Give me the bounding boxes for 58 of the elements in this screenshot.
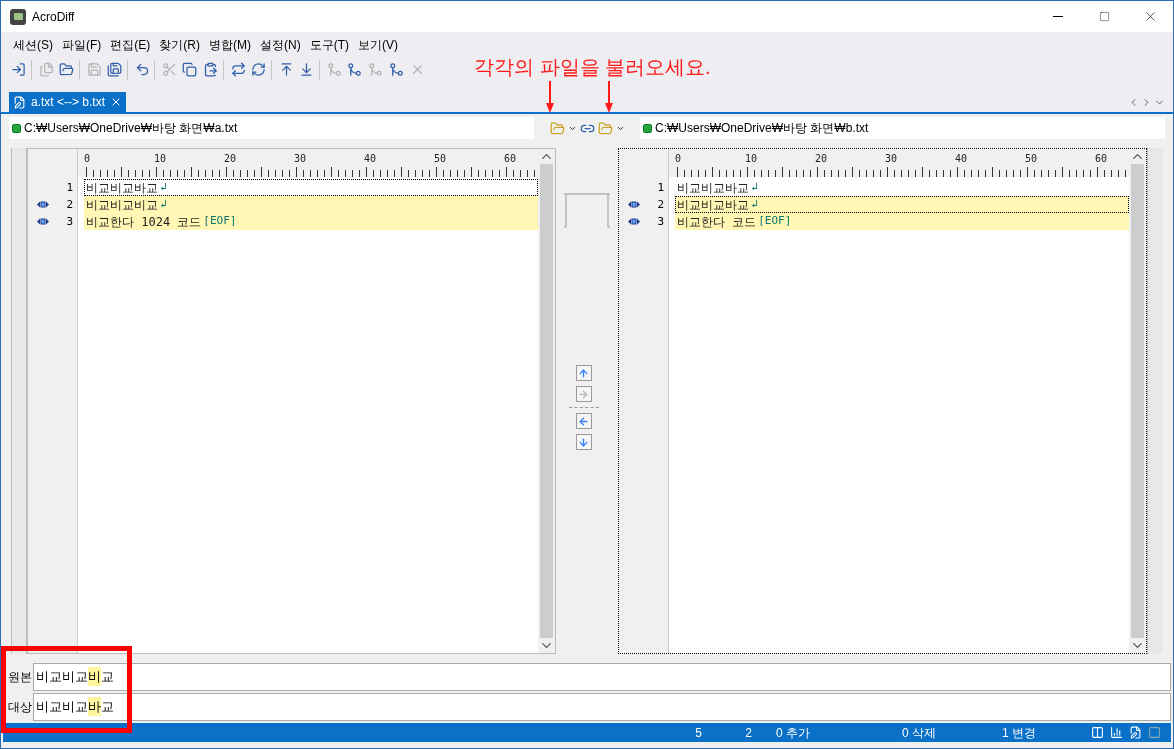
line-number: 1 bbox=[65, 180, 74, 196]
ruler-label: 40 bbox=[955, 152, 969, 165]
line-end-marker: ↲ bbox=[751, 196, 758, 213]
menu-item[interactable]: 병합(M) bbox=[209, 35, 251, 54]
status-text: 0 삭제 bbox=[901, 724, 936, 742]
line-number: 3 bbox=[656, 214, 665, 230]
line-end-marker: ↲ bbox=[751, 179, 758, 196]
menu-item[interactable]: 세션(S) bbox=[13, 35, 53, 54]
ruler-label: 0 bbox=[675, 152, 683, 165]
ruler-label: 0 bbox=[84, 152, 92, 165]
menu-item[interactable]: 찾기(R) bbox=[159, 35, 200, 54]
line-text: 비교비교바교 bbox=[85, 179, 159, 197]
ruler-label: 20 bbox=[224, 152, 238, 165]
ruler-label: 50 bbox=[1025, 152, 1039, 165]
ruler-label: 10 bbox=[154, 152, 168, 165]
editor-pane[interactable]: 1 2 3 0 10 20 30 40 50 60 비교비교바교 ↲ 비교비교바교 ↲ 비교한다 코드 [EOF] bbox=[618, 148, 1147, 654]
menu-item[interactable]: 편집(E) bbox=[110, 35, 151, 54]
file-path: C:₩Users₩OneDrive₩바탕 화면₩a.txt bbox=[24, 120, 238, 137]
compare-field[interactable]: 비교비교비 교 bbox=[33, 662, 1171, 691]
ruler-label: 60 bbox=[1095, 152, 1109, 165]
editor-pane[interactable]: 1 2 3 0 10 20 30 40 50 60 비교비교바교 ↲ 비교비교비교 ↲ 비교한다 1024 코드 [EOF] bbox=[27, 148, 556, 654]
status-text: 1 변경 bbox=[1001, 724, 1036, 742]
line-text: 비교비교바교 bbox=[676, 196, 750, 214]
file-tab[interactable]: a.txt <--> b.txt bbox=[9, 92, 127, 112]
line-number: 3 bbox=[65, 214, 74, 230]
status-text: 0 추가 bbox=[775, 724, 810, 742]
menu-item[interactable]: 파일(F) bbox=[62, 35, 102, 54]
compare-label: 원본 bbox=[7, 668, 33, 686]
menu-item[interactable]: 설정(N) bbox=[260, 35, 301, 54]
line-text: 비교한다 코드 bbox=[676, 213, 758, 231]
line-text: 비교비교바교 bbox=[676, 179, 750, 197]
line-end-marker: [EOF] bbox=[203, 213, 237, 230]
compare-label: 대상 bbox=[7, 698, 33, 716]
line-end-marker: ↲ bbox=[160, 196, 167, 213]
compare-field[interactable]: 비교비교바교 bbox=[33, 692, 1171, 721]
line-end-marker: ↲ bbox=[160, 179, 167, 196]
ruler-label: 20 bbox=[815, 152, 829, 165]
line-text: 비교비교비교 bbox=[85, 196, 159, 214]
line-number: 2 bbox=[656, 197, 665, 213]
window-title: AcroDiff bbox=[32, 8, 75, 26]
file-path: C:₩Users₩OneDrive₩바탕 화면₩b.txt bbox=[655, 120, 869, 137]
ruler-label: 40 bbox=[364, 152, 378, 165]
line-end-marker: [EOF] bbox=[758, 213, 792, 230]
status-text: 2 bbox=[744, 724, 752, 742]
file-path-field[interactable]: C:₩Users₩OneDrive₩바탕 화면₩a.txt bbox=[9, 117, 534, 139]
line-text: 비교한다 1024 코드 bbox=[85, 213, 203, 231]
ruler-label: 30 bbox=[294, 152, 308, 165]
line-number: 2 bbox=[65, 197, 74, 213]
annotation-text: 각각의 파일을 불러오세요. bbox=[474, 55, 711, 80]
menu-item[interactable]: 도구(T) bbox=[309, 35, 349, 54]
ruler-label: 50 bbox=[434, 152, 448, 165]
ruler-label: 10 bbox=[745, 152, 759, 165]
line-number: 1 bbox=[656, 180, 665, 196]
status-text: 5 bbox=[694, 724, 702, 742]
file-path-field[interactable]: C:₩Users₩OneDrive₩바탕 화면₩b.txt bbox=[640, 117, 1165, 139]
menu-item[interactable]: 보기(V) bbox=[358, 35, 398, 54]
ruler-label: 60 bbox=[504, 152, 518, 165]
ruler-label: 30 bbox=[885, 152, 899, 165]
